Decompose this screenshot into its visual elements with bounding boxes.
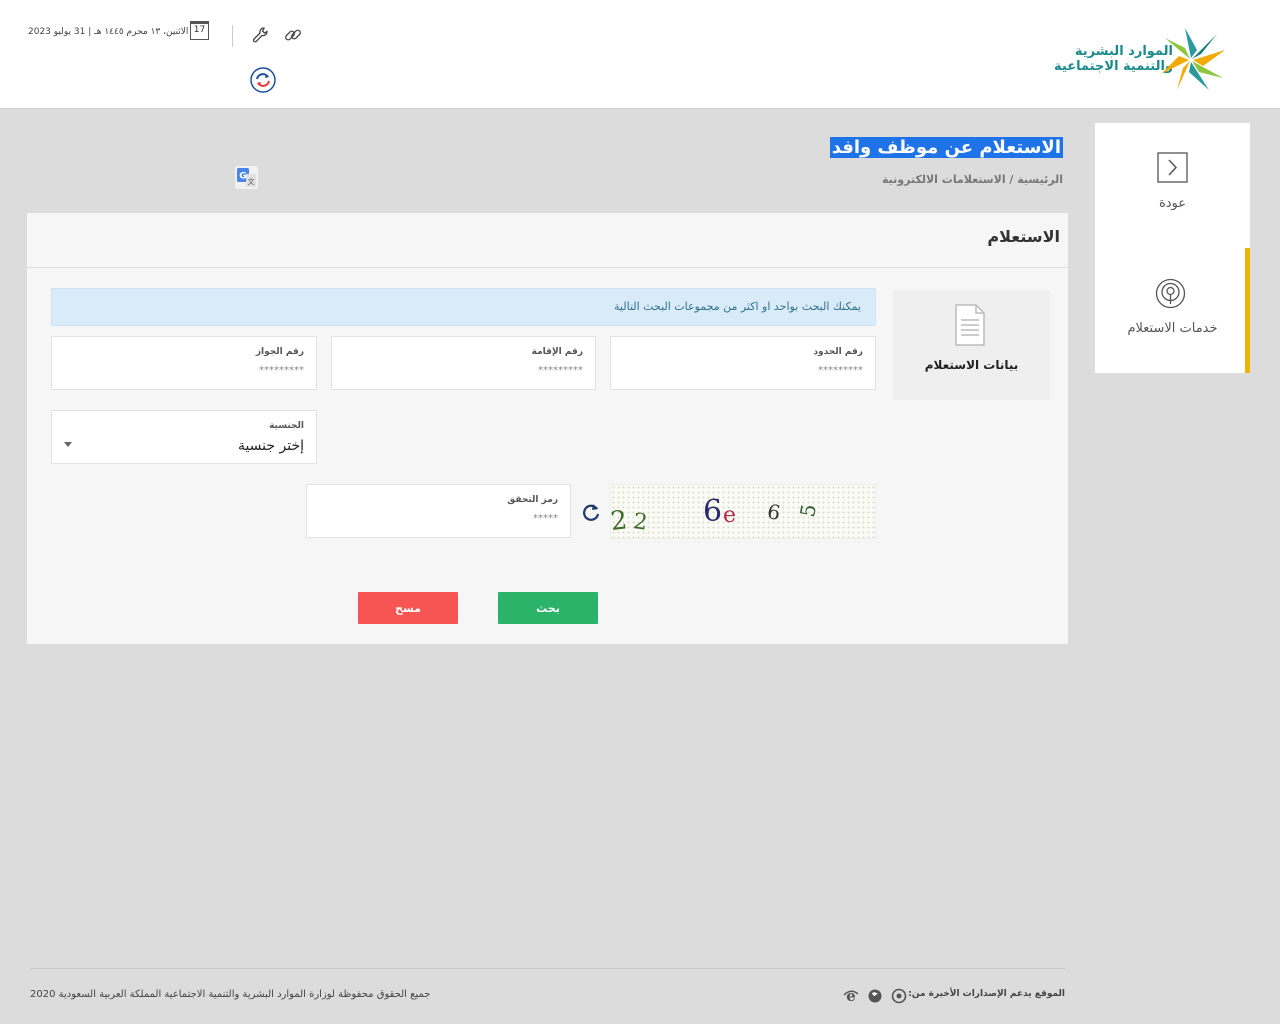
search-button[interactable]: بحث	[498, 592, 598, 624]
footer-divider	[30, 968, 1065, 969]
sidebar-item-label: عودة	[1158, 196, 1187, 211]
clear-button[interactable]: مسح	[358, 592, 458, 624]
sidebar-item-back[interactable]: عودة	[1095, 123, 1250, 248]
breadcrumb[interactable]: الرئيسية / الاستعلامات الالكترونية	[882, 173, 1063, 186]
link-icon[interactable]	[283, 25, 303, 45]
google-translate-icon[interactable]: G 文	[234, 165, 259, 190]
iqama-number-field[interactable]: رقم الإقامة	[331, 336, 596, 390]
active-indicator	[1245, 248, 1250, 373]
calendar-icon[interactable]: 17	[190, 21, 209, 40]
sync-icon[interactable]	[250, 67, 276, 93]
edge-icon: e	[843, 988, 859, 1004]
nationality-select[interactable]: الجنسية إختر جنسية	[51, 410, 317, 464]
chevron-down-icon	[64, 442, 72, 447]
page-title-selected: الاستعلام عن موظف وافد	[829, 137, 1063, 158]
services-sidebar: عودة خدمات الاستعلام	[1095, 123, 1250, 373]
field-label: رمز التحقق	[507, 495, 558, 505]
copyright-text: جميع الحقوق محفوظة لوزارة الموارد البشري…	[30, 989, 431, 1000]
captcha-code-input[interactable]	[334, 513, 558, 524]
captcha-image: 2 2 6 e 6 5	[610, 484, 876, 539]
wrench-icon[interactable]	[251, 25, 271, 45]
captcha-glyphs: 2 2 6 e 6 5	[611, 494, 821, 537]
ministry-logo[interactable]: الموارد البشرية والتنمية الاجتماعية	[1024, 26, 1229, 94]
logo-star-icon	[1161, 28, 1225, 90]
svg-text:e: e	[846, 988, 856, 1004]
iqama-number-input[interactable]	[359, 365, 583, 376]
captcha-refresh-icon[interactable]	[580, 501, 602, 523]
svg-text:G: G	[239, 172, 246, 182]
svg-text:文: 文	[248, 177, 255, 186]
panel-title: الاستعلام	[987, 227, 1060, 246]
field-label: رقم الإقامة	[531, 347, 583, 357]
calendar-day: 17	[193, 25, 206, 35]
svg-text:6: 6	[766, 499, 783, 525]
captcha-code-field[interactable]: رمز التحقق	[306, 484, 571, 538]
nationality-selected-value: إختر جنسية	[237, 438, 304, 454]
border-number-input[interactable]	[638, 365, 863, 376]
tab-inquiry-data[interactable]: بيانات الاستعلام	[893, 290, 1050, 400]
chevron-right-icon	[1157, 152, 1188, 183]
svg-text:2: 2	[632, 509, 649, 536]
broadcast-icon	[1155, 278, 1186, 309]
browsers-note: الموقع يدعم الإصدارات الأخيرة من:	[908, 989, 1065, 999]
tab-label: بيانات الاستعلام	[924, 358, 1019, 372]
svg-text:5: 5	[795, 502, 821, 519]
sidebar-item-label: خدمات الاستعلام	[1127, 321, 1218, 336]
header: الموارد البشرية والتنمية الاجتماعية الاث…	[0, 0, 1280, 109]
field-label: رقم الحدود	[813, 347, 863, 357]
passport-number-field[interactable]: رقم الجواز	[51, 336, 317, 390]
document-icon	[955, 304, 985, 346]
border-number-field[interactable]: رقم الحدود	[610, 336, 876, 390]
svg-text:e: e	[723, 503, 736, 528]
page-title: الاستعلام عن موظف وافد	[829, 133, 1063, 166]
field-label: رقم الجواز	[255, 347, 304, 357]
sidebar-item-inquiry-services[interactable]: خدمات الاستعلام	[1095, 248, 1250, 373]
header-date: الاثنين، ١٣ محرم ١٤٤٥ هـ | 31 يوليو 2023	[28, 27, 189, 37]
chrome-icon	[891, 988, 907, 1004]
info-text: يمكنك البحث بواحد او اكثر من مجموعات الب…	[614, 300, 861, 313]
svg-text:6: 6	[703, 494, 722, 529]
svg-text:2: 2	[611, 505, 629, 537]
field-label: الجنسية	[269, 421, 304, 431]
info-alert: يمكنك البحث بواحد او اكثر من مجموعات الب…	[51, 288, 876, 326]
inquiry-panel: الاستعلام بيانات الاستعلام يمكنك البحث ب…	[27, 213, 1068, 644]
firefox-icon	[868, 989, 882, 1003]
passport-number-input[interactable]	[79, 365, 304, 376]
panel-header: الاستعلام	[27, 213, 1068, 268]
header-divider	[232, 25, 233, 47]
